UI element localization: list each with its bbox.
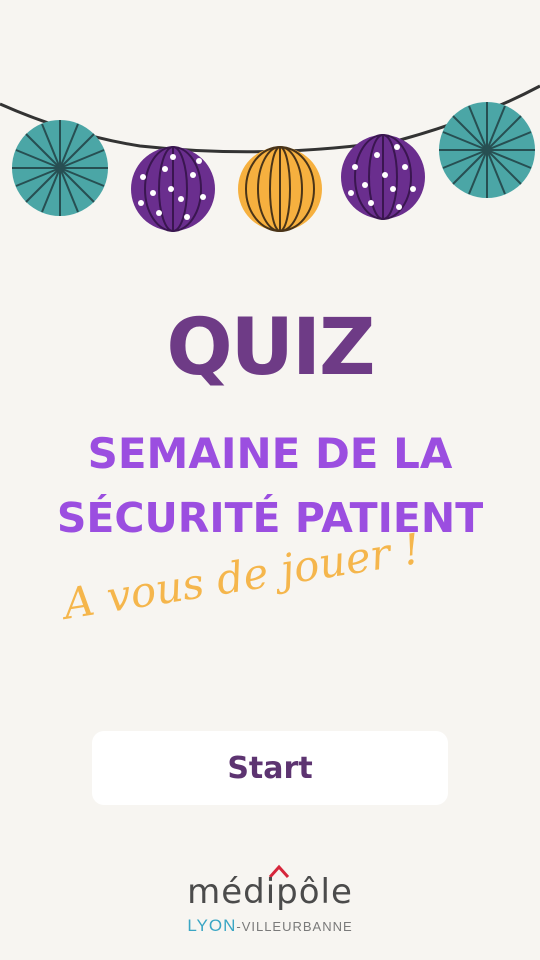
- yellow-lantern: [238, 146, 322, 232]
- logo-city: LYON-VILLEURBANNE: [150, 916, 390, 936]
- start-button[interactable]: Start: [92, 731, 448, 805]
- paper-lantern-garland: [0, 84, 540, 232]
- subtitle-line-1: SEMAINE DE LA: [87, 429, 453, 478]
- purple-lantern-left: [131, 146, 215, 232]
- logo-name: médipôle: [187, 872, 353, 912]
- teal-fan-left: [12, 120, 108, 216]
- purple-lantern-right: [341, 134, 425, 220]
- logo-city-part2: -VILLEURBANNE: [236, 919, 353, 934]
- quiz-title: QUIZ: [166, 303, 375, 393]
- medipole-logo: médipôle LYON-VILLEURBANNE: [150, 858, 390, 948]
- teal-fan-right: [439, 102, 535, 198]
- logo-city-part1: LYON: [187, 916, 237, 935]
